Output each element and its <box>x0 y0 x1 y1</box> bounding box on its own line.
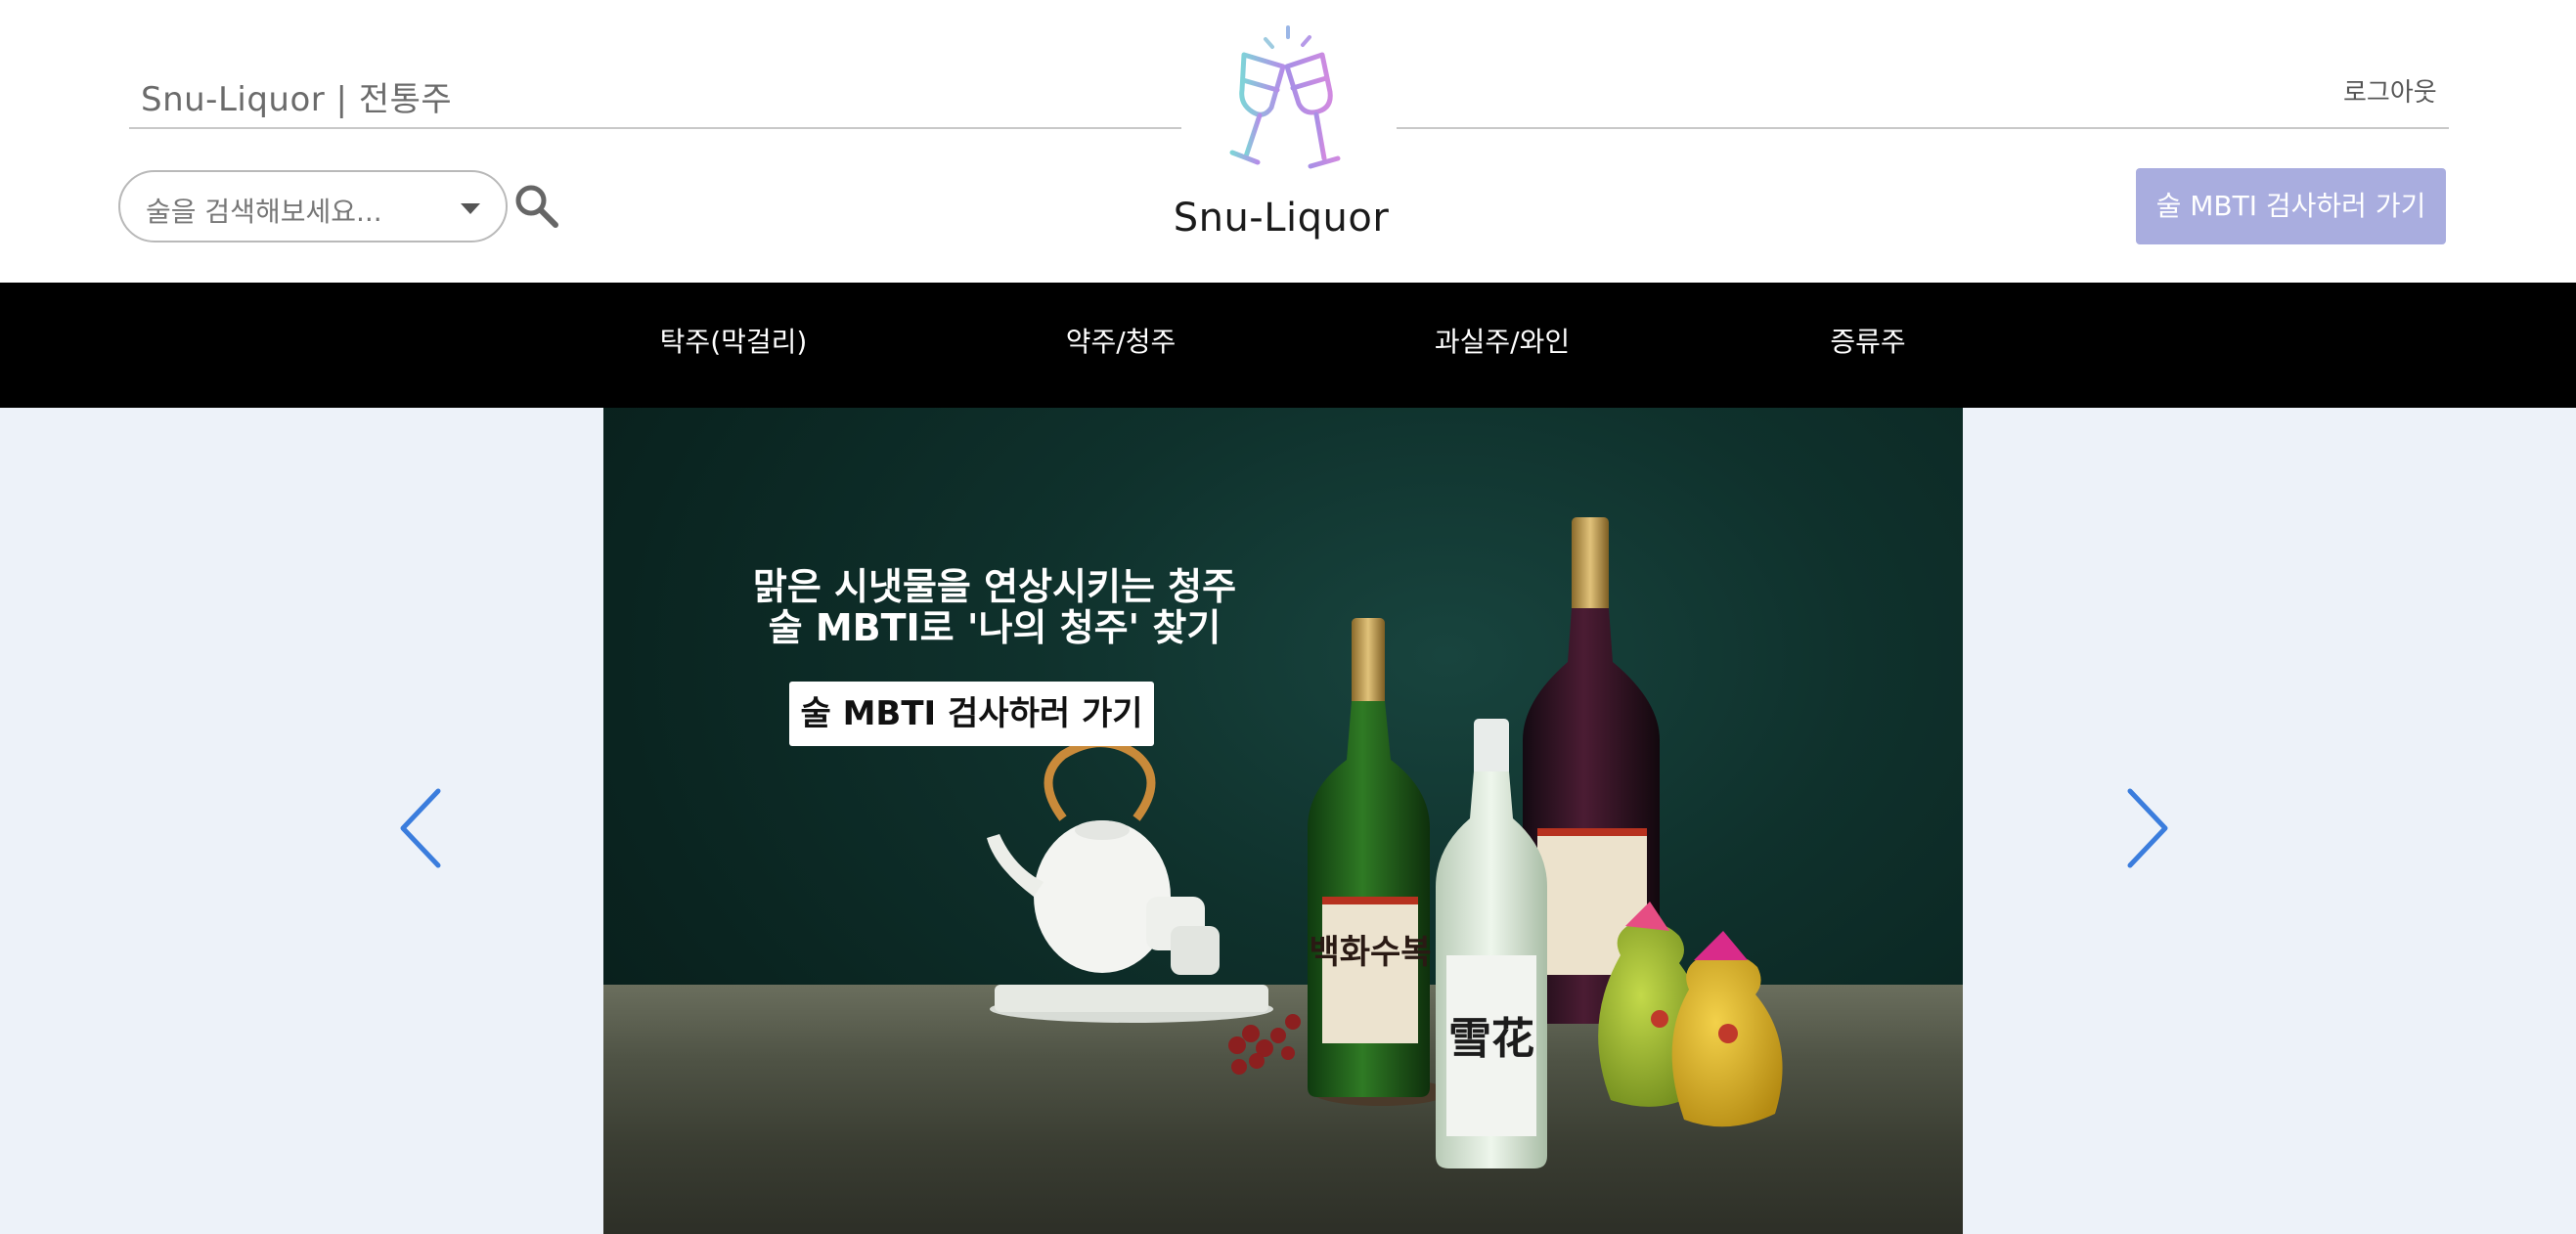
site-header: Snu-Liquor | 전통주 로그아웃 Snu-Liquor 술을 검색해보… <box>0 0 2576 283</box>
product-photo: 백화수복 雪花 <box>987 517 1783 1168</box>
search-placeholder: 술을 검색해보세요... <box>146 196 382 228</box>
header-divider-right <box>1397 127 2449 129</box>
chevron-right-icon[interactable] <box>2118 779 2177 877</box>
hero-carousel: 백화수복 雪花 맑은 시냇물을 연상시키는 청주 술 MBTI로 '나의 청주'… <box>0 408 2576 1234</box>
hero-mbti-button[interactable]: 술 MBTI 검사하러 가기 <box>789 682 1154 746</box>
carousel-slide[interactable]: 백화수복 雪花 맑은 시냇물을 연상시키는 청주 술 MBTI로 '나의 청주'… <box>603 408 1963 1234</box>
hero-headline: 맑은 시냇물을 연상시키는 청주 술 MBTI로 '나의 청주' 찾기 <box>701 566 1288 648</box>
nav-item-yakju[interactable]: 약주/청주 <box>1013 283 1228 408</box>
search-icon[interactable] <box>512 182 561 231</box>
nav-item-fruit-wine[interactable]: 과실주/와인 <box>1395 283 1610 408</box>
bottle-label-small: 雪花 <box>1448 1014 1534 1064</box>
nav-item-takju[interactable]: 탁주(막걸리) <box>626 283 841 408</box>
hero-headline-line2: 술 MBTI로 '나의 청주' 찾기 <box>768 606 1221 649</box>
logo-text[interactable]: Snu-Liquor <box>1154 196 1408 241</box>
chevron-left-icon[interactable] <box>391 779 450 877</box>
cheers-glasses-icon[interactable] <box>1203 22 1369 183</box>
search-input[interactable]: 술을 검색해보세요... <box>118 170 508 242</box>
hero-headline-line1: 맑은 시냇물을 연상시키는 청주 <box>752 565 1237 608</box>
category-nav: 탁주(막걸리) 약주/청주 과실주/와인 증류주 <box>0 283 2576 408</box>
nav-item-spirits[interactable]: 증류주 <box>1760 283 1976 408</box>
site-caption: Snu-Liquor | 전통주 <box>141 80 453 119</box>
header-divider-left <box>129 127 1181 129</box>
bottle-label-text: 백화수복 <box>1309 933 1431 972</box>
logout-link[interactable]: 로그아웃 <box>2343 72 2437 109</box>
chevron-down-icon[interactable] <box>461 203 480 214</box>
mbti-test-button[interactable]: 술 MBTI 검사하러 가기 <box>2136 168 2446 244</box>
